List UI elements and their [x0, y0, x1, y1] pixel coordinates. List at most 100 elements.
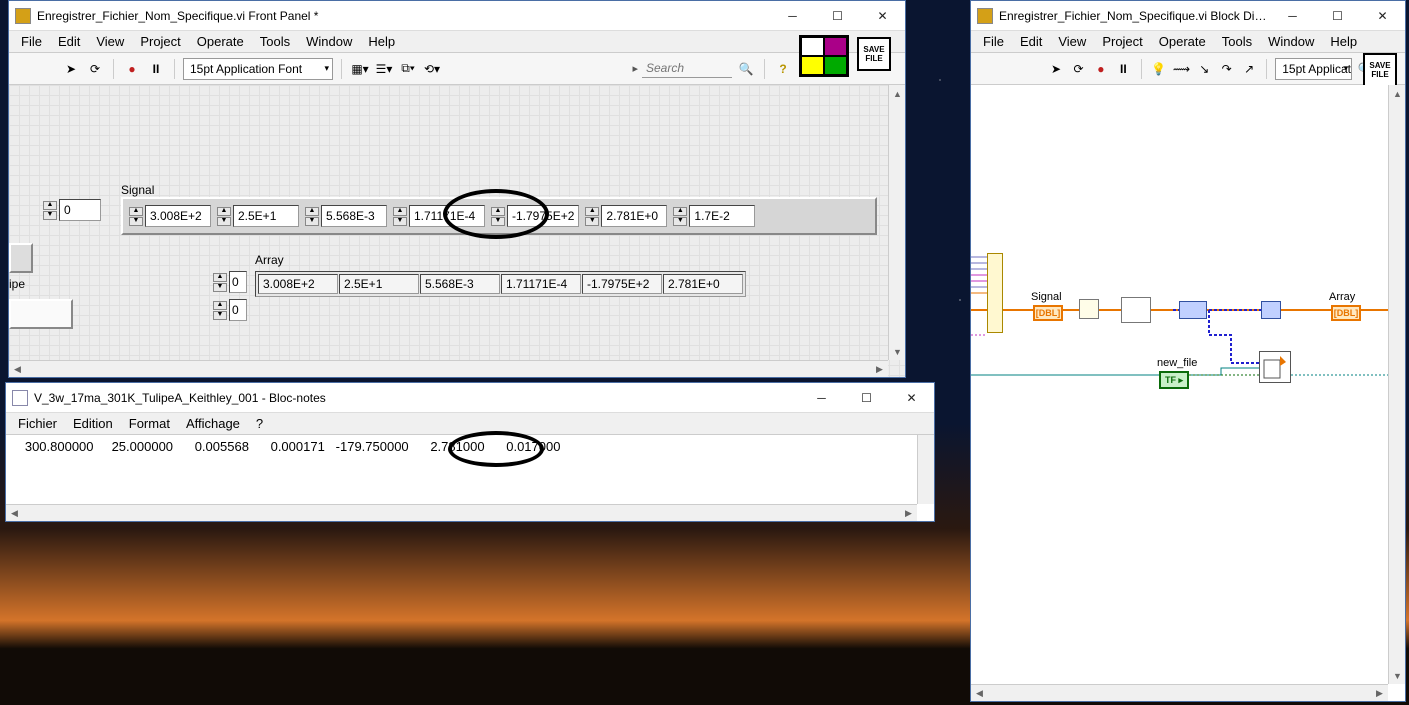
array-to-spreadsheet-node[interactable]	[1179, 301, 1207, 319]
signal-value-1[interactable]: 2.5E+1	[233, 205, 299, 227]
scroll-right-arrow-icon[interactable]: ▶	[900, 505, 917, 522]
scroll-right-arrow-icon[interactable]: ▶	[1371, 685, 1388, 702]
maximize-button[interactable]: ☐	[815, 1, 860, 30]
menu-tools[interactable]: Tools	[1214, 32, 1260, 51]
horizontal-scrollbar[interactable]: ◀▶	[971, 684, 1388, 701]
step-up-icon[interactable]: ▲	[305, 207, 319, 216]
vertical-scrollbar[interactable]: ▲▼	[888, 85, 905, 360]
close-button[interactable]: ✕	[860, 1, 905, 30]
menu-project[interactable]: Project	[1094, 32, 1150, 51]
step-down-icon[interactable]: ▼	[43, 211, 57, 220]
help-button[interactable]: ?	[773, 59, 793, 79]
step-down-icon[interactable]: ▼	[129, 217, 143, 226]
step-over-button[interactable]: ↷	[1218, 59, 1236, 79]
menu-view[interactable]: View	[1050, 32, 1094, 51]
menu-format[interactable]: Format	[121, 414, 178, 433]
step-up-icon[interactable]: ▲	[585, 207, 599, 216]
reorder-button[interactable]: ⟲▾	[422, 59, 442, 79]
np-titlebar[interactable]: V_3w_17ma_301K_TulipeA_Keithley_001 - Bl…	[6, 383, 934, 413]
bd-titlebar[interactable]: Enregistrer_Fichier_Nom_Specifique.vi Bl…	[971, 1, 1405, 31]
step-down-icon[interactable]: ▼	[393, 217, 407, 226]
menu-affichage[interactable]: Affichage	[178, 414, 248, 433]
menu-help[interactable]: Help	[1322, 32, 1365, 51]
maximize-button[interactable]: ☐	[1315, 1, 1360, 30]
menu-help-qmark[interactable]: ?	[248, 414, 271, 433]
vertical-scrollbar[interactable]	[917, 435, 934, 504]
step-up-icon[interactable]: ▲	[213, 301, 227, 310]
run-continuous-button[interactable]: ⟳	[85, 59, 105, 79]
close-button[interactable]: ✕	[889, 383, 934, 412]
menu-file[interactable]: File	[975, 32, 1012, 51]
font-selector[interactable]: 15pt Applicati	[1275, 58, 1352, 80]
menu-edition[interactable]: Edition	[65, 414, 121, 433]
signal-control-terminal[interactable]: [DBL]	[1033, 305, 1063, 321]
menu-file[interactable]: File	[13, 32, 50, 51]
menu-edit[interactable]: Edit	[50, 32, 88, 51]
step-up-icon[interactable]: ▲	[43, 201, 57, 210]
menu-operate[interactable]: Operate	[189, 32, 252, 51]
scroll-down-arrow-icon[interactable]: ▼	[1389, 667, 1405, 684]
menu-fichier[interactable]: Fichier	[10, 414, 65, 433]
scroll-left-arrow-icon[interactable]: ◀	[9, 361, 26, 378]
search-expand-icon[interactable]: ▸	[632, 62, 638, 75]
minimize-button[interactable]: ─	[770, 1, 815, 30]
pause-button[interactable]: II	[146, 59, 166, 79]
array-index-row[interactable]: 0	[229, 271, 247, 293]
close-button[interactable]: ✕	[1360, 1, 1405, 30]
step-down-icon[interactable]: ▼	[305, 217, 319, 226]
step-down-icon[interactable]: ▼	[217, 217, 231, 226]
step-down-icon[interactable]: ▼	[673, 217, 687, 226]
distribute-button[interactable]: ☰▾	[374, 59, 394, 79]
scroll-up-arrow-icon[interactable]: ▲	[1389, 85, 1405, 102]
step-out-button[interactable]: ↗	[1240, 59, 1258, 79]
run-button[interactable]: ➤	[1047, 59, 1065, 79]
menu-project[interactable]: Project	[132, 32, 188, 51]
search-input[interactable]	[642, 59, 732, 78]
search-icon[interactable]: 🔍	[736, 59, 756, 79]
step-up-icon[interactable]: ▲	[673, 207, 687, 216]
menu-window[interactable]: Window	[1260, 32, 1322, 51]
array-index-control[interactable]: ▲▼0 ▲▼0	[213, 271, 247, 321]
transpose-node[interactable]	[1261, 301, 1281, 319]
align-button[interactable]: ▦▾	[350, 59, 370, 79]
step-up-icon[interactable]: ▲	[213, 273, 227, 282]
step-up-icon[interactable]: ▲	[393, 207, 407, 216]
array-index-col[interactable]: 0	[229, 299, 247, 321]
bundle-node[interactable]	[987, 253, 1003, 333]
write-file-subvi[interactable]	[1259, 351, 1291, 383]
font-selector[interactable]: 15pt Application Font	[183, 58, 333, 80]
abort-button[interactable]: ●	[122, 59, 142, 79]
vi-icon[interactable]: SAVE FILE	[857, 37, 891, 71]
minimize-button[interactable]: ─	[799, 383, 844, 412]
retain-wire-button[interactable]: ⟿	[1172, 59, 1191, 79]
minimize-button[interactable]: ─	[1270, 1, 1315, 30]
build-array-node[interactable]	[1121, 297, 1151, 323]
vertical-scrollbar[interactable]: ▲▼	[1388, 85, 1405, 684]
horizontal-scrollbar[interactable]: ◀▶	[9, 360, 888, 377]
scroll-up-arrow-icon[interactable]: ▲	[889, 85, 905, 102]
signal-value-5[interactable]: 2.781E+0	[601, 205, 667, 227]
pause-button[interactable]: II	[1114, 59, 1132, 79]
resize-button[interactable]: ⧉▾	[398, 59, 418, 79]
signal-value-6[interactable]: 1.7E-2	[689, 205, 755, 227]
np-text-area[interactable]: 300.800000 25.000000 0.005568 0.000171 -…	[6, 435, 934, 521]
index-array-node[interactable]	[1079, 299, 1099, 319]
scroll-right-arrow-icon[interactable]: ▶	[871, 361, 888, 378]
run-button[interactable]: ➤	[61, 59, 81, 79]
menu-tools[interactable]: Tools	[252, 32, 298, 51]
bd-canvas[interactable]: Signal [DBL] Array [DBL] new_file TF ▸ ▲…	[971, 85, 1405, 701]
menu-help[interactable]: Help	[360, 32, 403, 51]
run-continuous-button[interactable]: ⟳	[1069, 59, 1087, 79]
step-down-icon[interactable]: ▼	[213, 311, 227, 320]
maximize-button[interactable]: ☐	[844, 383, 889, 412]
menu-window[interactable]: Window	[298, 32, 360, 51]
step-down-icon[interactable]: ▼	[213, 283, 227, 292]
fp-titlebar[interactable]: Enregistrer_Fichier_Nom_Specifique.vi Fr…	[9, 1, 905, 31]
highlight-exec-button[interactable]: 💡	[1149, 59, 1167, 79]
signal-index-value[interactable]: 0	[59, 199, 101, 221]
fp-canvas[interactable]: Signal Array ▲▼ 0 ▲▼3.008E+2 ▲▼2.5E+1 ▲▼…	[9, 85, 905, 377]
signal-index-control[interactable]: ▲▼ 0	[43, 199, 101, 221]
menu-operate[interactable]: Operate	[1151, 32, 1214, 51]
step-up-icon[interactable]: ▲	[217, 207, 231, 216]
scroll-left-arrow-icon[interactable]: ◀	[971, 685, 988, 702]
